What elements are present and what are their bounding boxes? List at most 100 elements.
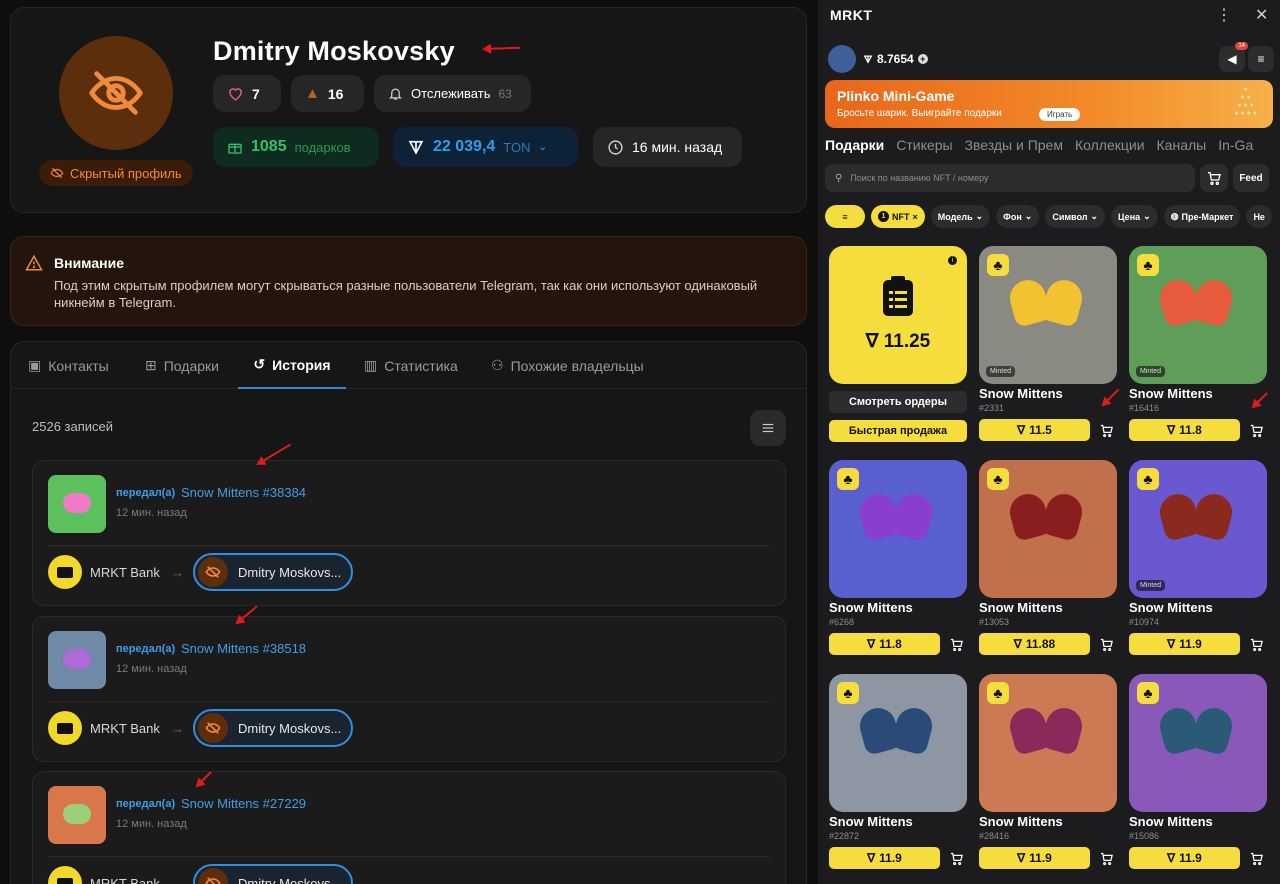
user-avatar[interactable]: [828, 45, 856, 73]
gift-link[interactable]: Snow Mittens #38518: [181, 641, 306, 656]
close-icon[interactable]: ×: [913, 212, 918, 222]
club-icon: ♣: [987, 682, 1009, 704]
menu-button[interactable]: ≡: [1248, 46, 1274, 72]
nft-item[interactable]: ♣ Minted Snow Mittens #2331 ∇ 11.5: [979, 246, 1117, 441]
tab-gifts[interactable]: Подарки: [825, 137, 884, 161]
filter-premarket[interactable]: ◍ Пре-Маркет: [1163, 205, 1241, 228]
tab-stars[interactable]: Звезды и Прем: [965, 137, 1063, 161]
info-icon[interactable]: i: [948, 256, 957, 265]
search-input[interactable]: ⚲ Поиск по названию NFT / номеру: [825, 164, 1195, 192]
sender[interactable]: MRKT Bank: [48, 711, 160, 745]
add-to-cart-icon[interactable]: [1096, 634, 1116, 654]
filter-model[interactable]: Модель ⌄: [930, 205, 991, 228]
tab-gifts[interactable]: ⊞ Подарки: [145, 342, 219, 389]
cart-button[interactable]: [1200, 164, 1228, 192]
nft-name: Snow Mittens: [979, 600, 1063, 615]
club-icon: ♣: [1137, 682, 1159, 704]
bank-icon: [48, 711, 82, 745]
history-entry[interactable]: передал(а) Snow Mittens #38518 12 мин. н…: [32, 616, 786, 762]
category-tabs: Подарки Стикеры Звезды и Прем Коллекции …: [825, 137, 1280, 161]
like-button[interactable]: 7: [213, 75, 281, 112]
buy-price-button[interactable]: ∇ 11.9: [979, 847, 1090, 869]
sender[interactable]: MRKT Bank: [48, 555, 160, 589]
filter-symbol[interactable]: Символ ⌄: [1045, 205, 1105, 228]
nft-item[interactable]: ♣ Snow Mittens #15086 ∇ 11.9: [1129, 674, 1267, 869]
notifications-button[interactable]: ◀ 14: [1219, 42, 1248, 72]
sender-name: MRKT Bank: [90, 875, 160, 884]
add-to-cart-icon[interactable]: [1246, 634, 1266, 654]
nft-item[interactable]: ♣ Minted Snow Mittens #10974 ∇ 11.9: [1129, 460, 1267, 655]
nft-number: #10974: [1129, 617, 1160, 627]
follow-button[interactable]: Отслеживать 63: [374, 75, 531, 112]
recipient-chip[interactable]: Dmitry Moskovs...: [193, 553, 353, 591]
buy-price-button[interactable]: ∇ 11.8: [829, 633, 940, 655]
eye-off-icon: [198, 557, 228, 587]
tab-stickers[interactable]: Стикеры: [896, 137, 952, 161]
add-to-cart-icon[interactable]: [946, 634, 966, 654]
heart-icon: [229, 88, 242, 101]
tab-in-game[interactable]: In-Ga: [1218, 137, 1253, 161]
play-button[interactable]: Играть: [1039, 108, 1081, 121]
gift-link[interactable]: Snow Mittens #27229: [181, 796, 306, 811]
nft-name: Snow Mittens: [979, 386, 1063, 401]
gifts-count-pill[interactable]: 1085 подарков: [213, 127, 379, 167]
more-menu-icon[interactable]: ⋮: [1216, 5, 1232, 25]
add-to-cart-icon[interactable]: [1246, 848, 1266, 868]
filter-nft[interactable]: 1 NFT ×: [871, 205, 925, 228]
recipient-chip[interactable]: Dmitry Moskovs...: [193, 709, 353, 747]
tab-statistics[interactable]: ▥ Статистика: [364, 342, 458, 389]
order-summary: i ∇ 11.25: [829, 246, 967, 384]
buy-price-button[interactable]: ∇ 11.5: [979, 419, 1090, 441]
nft-name: Snow Mittens: [1129, 814, 1213, 829]
ton-label: TON: [503, 139, 531, 155]
filter-background[interactable]: Фон ⌄: [996, 205, 1040, 228]
filter-price[interactable]: Цена ⌄: [1111, 205, 1158, 228]
buy-price-button[interactable]: ∇ 11.9: [829, 847, 940, 869]
feed-button[interactable]: Feed: [1233, 164, 1269, 192]
club-icon: ♣: [987, 468, 1009, 490]
tab-contacts[interactable]: ▣ Контакты: [28, 342, 109, 389]
balance[interactable]: 8.7654 +: [863, 52, 928, 66]
add-to-cart-icon[interactable]: [1246, 420, 1266, 440]
action-label: передал(а): [116, 487, 176, 499]
ton-value-dropdown[interactable]: 22 039,4 TON ⌄: [393, 127, 578, 167]
sender[interactable]: MRKT Bank: [48, 866, 160, 884]
premarket-icon: ◍: [1170, 211, 1179, 221]
tab-channels[interactable]: Каналы: [1157, 137, 1207, 161]
nft-item[interactable]: ♣ Snow Mittens #28416 ∇ 11.9: [979, 674, 1117, 869]
dislike-button[interactable]: ▲ 16: [291, 75, 364, 112]
quick-sell-button[interactable]: Быстрая продажа: [829, 420, 967, 442]
plinko-banner[interactable]: Plinko Mini-Game Бросьте шарик. Выиграйт…: [825, 80, 1273, 128]
nft-item[interactable]: ♣ Snow Mittens #13053 ∇ 11.88: [979, 460, 1117, 655]
filter-toggle-button[interactable]: ≡: [825, 205, 865, 228]
history-entry[interactable]: передал(а) Snow Mittens #38384 12 мин. н…: [32, 460, 786, 606]
users-icon: ⚇: [491, 357, 504, 373]
buy-price-button[interactable]: ∇ 11.8: [1129, 419, 1240, 441]
history-entry[interactable]: передал(а) Snow Mittens #27229 12 мин. н…: [32, 771, 786, 884]
nft-item[interactable]: ♣ Minted Snow Mittens #16416 ∇ 11.8: [1129, 246, 1267, 441]
filter-button[interactable]: [750, 410, 786, 446]
recipient-chip[interactable]: Dmitry Moskovs...: [193, 864, 353, 884]
add-to-cart-icon[interactable]: [1096, 848, 1116, 868]
gift-link[interactable]: Snow Mittens #38384: [181, 485, 306, 500]
add-to-cart-icon[interactable]: [1096, 420, 1116, 440]
view-orders-button[interactable]: Смотреть ордеры: [829, 391, 967, 413]
tab-label: Подарки: [163, 357, 219, 374]
annotation-arrow: [1102, 388, 1120, 406]
buy-price-button[interactable]: ∇ 11.88: [979, 633, 1090, 655]
tab-label: Похожие владельцы: [510, 357, 644, 374]
orders-card[interactable]: i ∇ 11.25 Смотреть ордеры Быстрая продаж…: [829, 246, 967, 442]
buy-price-button[interactable]: ∇ 11.9: [1129, 633, 1240, 655]
tab-history[interactable]: ↺ История: [238, 342, 346, 389]
filter-label: NFT: [892, 211, 910, 222]
buy-price-button[interactable]: ∇ 11.9: [1129, 847, 1240, 869]
nft-item[interactable]: ♣ Snow Mittens #6268 ∇ 11.8: [829, 460, 967, 655]
close-icon[interactable]: ✕: [1255, 5, 1268, 25]
add-to-cart-icon[interactable]: [946, 848, 966, 868]
nft-item[interactable]: ♣ Snow Mittens #22872 ∇ 11.9: [829, 674, 967, 869]
tab-collections[interactable]: Коллекции: [1075, 137, 1145, 161]
nft-image: ♣: [829, 674, 967, 812]
filter-more[interactable]: Не: [1246, 205, 1272, 228]
tab-similar-owners[interactable]: ⚇ Похожие владельцы: [491, 342, 644, 389]
plus-icon[interactable]: +: [917, 54, 928, 64]
